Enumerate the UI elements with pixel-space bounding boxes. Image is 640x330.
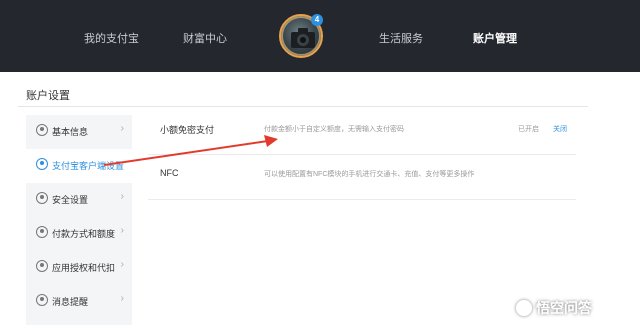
setting-label: NFC xyxy=(160,168,179,178)
settings-icon xyxy=(36,158,48,170)
sidebar-item-payment-methods[interactable]: 付款方式和额度 › xyxy=(26,217,132,251)
check-icon xyxy=(36,260,48,272)
user-icon xyxy=(36,124,48,136)
nav-item-my-alipay[interactable]: 我的支付宝 xyxy=(84,30,139,46)
message-icon xyxy=(36,294,48,306)
sidebar-item-security[interactable]: 安全设置 › xyxy=(26,183,132,217)
chevron-right-icon: › xyxy=(120,123,124,134)
setting-description: 可以使用配置有NFC模块的手机进行交通卡、充值、支付等更多操作 xyxy=(264,171,475,178)
yuan-icon xyxy=(36,226,48,238)
page-title: 账户设置 xyxy=(26,90,70,102)
divider xyxy=(18,106,588,107)
sidebar-item-client-settings[interactable]: 支付宝客户端设置 xyxy=(26,149,132,183)
nav-item-account-management[interactable]: 账户管理 xyxy=(473,30,517,46)
wukong-logo-icon xyxy=(516,300,532,316)
sidebar-item-label: 支付宝客户端设置 xyxy=(52,161,125,171)
sidebar-item-label: 基本信息 xyxy=(52,127,89,137)
watermark: 悟空问答 xyxy=(516,298,592,318)
setting-row-nfc: NFC 可以使用配置有NFC模块的手机进行交通卡、充值、支付等更多操作 xyxy=(148,156,576,200)
sidebar-item-label: 付款方式和额度 xyxy=(52,229,116,239)
status-text: 已开启 xyxy=(518,126,539,133)
camera-icon xyxy=(291,28,315,48)
disable-link[interactable]: 关闭 xyxy=(553,124,567,134)
sidebar-item-label: 应用授权和代扣 xyxy=(52,263,116,273)
chevron-right-icon: › xyxy=(120,259,124,270)
sidebar-item-message-alerts[interactable]: 消息提醒 › xyxy=(26,285,132,319)
nav-item-life-services[interactable]: 生活服务 xyxy=(379,30,423,46)
chevron-right-icon: › xyxy=(120,225,124,236)
setting-description: 付款金额小于自定义额度，无需输入支付密码 xyxy=(264,126,404,133)
sidebar-item-app-authorization[interactable]: 应用授权和代扣 › xyxy=(26,251,132,285)
setting-label: 小额免密支付 xyxy=(160,125,215,135)
nav-item-wealth-center[interactable]: 财富中心 xyxy=(183,30,227,46)
lock-icon xyxy=(36,192,48,204)
watermark-text: 悟空问答 xyxy=(536,300,592,316)
sidebar: 基本信息 › 支付宝客户端设置 安全设置 › 付款方式和额度 › 应用授权和代扣… xyxy=(26,115,132,325)
sidebar-item-label: 消息提醒 xyxy=(52,297,89,307)
setting-row-small-password-free: 小额免密支付 付款金额小于自定义额度，无需输入支付密码 已开启 关闭 xyxy=(148,111,576,155)
chevron-right-icon: › xyxy=(120,293,124,304)
notification-badge: 4 xyxy=(311,14,323,26)
chevron-right-icon: › xyxy=(120,191,124,202)
sidebar-item-label: 安全设置 xyxy=(52,195,89,205)
top-navigation-bar: 我的支付宝 财富中心 4 生活服务 账户管理 xyxy=(0,0,640,72)
sidebar-item-basic-info[interactable]: 基本信息 › xyxy=(26,115,132,149)
